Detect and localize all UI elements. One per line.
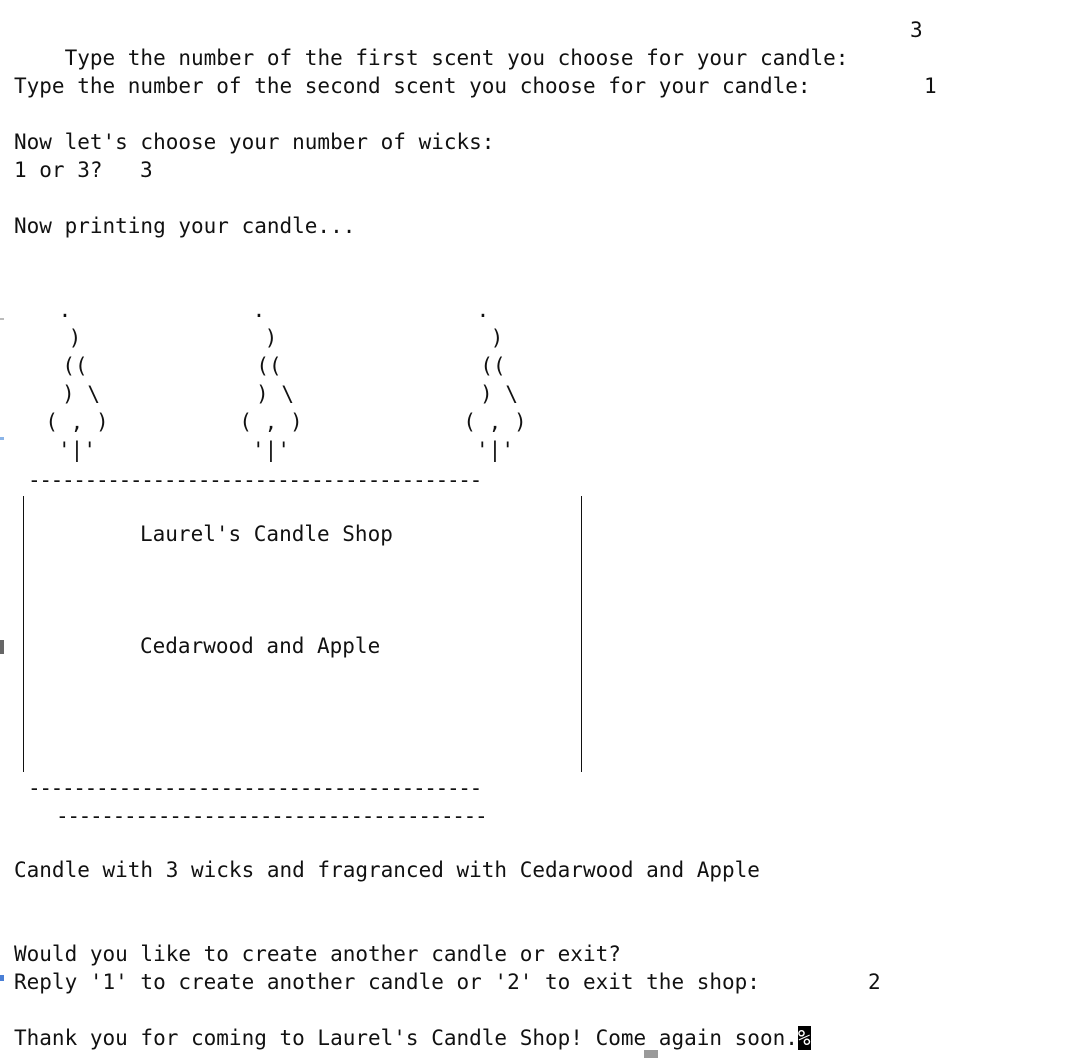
flame-line-2: (( [480, 354, 506, 378]
background-window-edge [0, 640, 4, 654]
flame-line-5: '|' [58, 438, 96, 462]
flame-line-2: (( [62, 354, 88, 378]
flame-dot: . [58, 298, 72, 322]
second-scent-prompt: Type the number of the second scent you … [14, 74, 811, 98]
second-scent-value: 1 [924, 74, 937, 98]
again-value: 2 [868, 970, 881, 994]
printing-status: Now printing your candle... [14, 214, 356, 238]
flame-line-2: (( [256, 354, 282, 378]
first-scent-value: 3 [910, 18, 923, 42]
first-scent-prompt: Type the number of the first scent you c… [64, 46, 849, 70]
wick-header: Now let's choose your number of wicks: [14, 130, 495, 154]
flame-line-1: ) [490, 326, 504, 350]
background-window-edge [0, 975, 4, 981]
scroll-indicator [644, 1050, 658, 1058]
flame-line-4: ( , ) [45, 410, 109, 434]
flame-dot: . [476, 298, 490, 322]
wick-prompt: 1 or 3? [14, 158, 103, 182]
wick-value: 3 [140, 158, 153, 182]
goodbye-text: Thank you for coming to Laurel's Candle … [14, 1026, 798, 1050]
flame-line-5: '|' [252, 438, 290, 462]
background-window-edge [0, 318, 4, 320]
flame-dot: . [252, 298, 266, 322]
candle-summary: Candle with 3 wicks and fragranced with … [14, 858, 760, 882]
again-question: Would you like to create another candle … [14, 942, 621, 966]
flame-line-4: ( , ) [239, 410, 303, 434]
flame-line-5: '|' [476, 438, 514, 462]
candle-shop-label: Laurel's Candle Shop [140, 522, 393, 546]
flame-line-3: ) \ [480, 382, 518, 406]
first-scent-line: Type the number of the first scent you c… [14, 16, 849, 70]
flame-line-4: ( , ) [463, 410, 527, 434]
goodbye-line: Thank you for coming to Laurel's Candle … [14, 1024, 811, 1052]
flame-line-1: ) [68, 326, 82, 350]
candle-right-border [581, 496, 582, 772]
flame-line-1: ) [264, 326, 278, 350]
background-window-edge [0, 437, 4, 440]
terminal-window[interactable]: Type the number of the first scent you c… [0, 0, 1068, 1058]
candle-scent-label: Cedarwood and Apple [140, 634, 381, 658]
again-prompt: Reply '1' to create another candle or '2… [14, 970, 760, 994]
candle-left-border [23, 496, 24, 772]
terminal-cursor: % [797, 1026, 811, 1050]
flame-line-3: ) \ [256, 382, 294, 406]
candle-top-border: ---------------------------------------- [28, 470, 482, 490]
flame-line-3: ) \ [62, 382, 100, 406]
candle-base: -------------------------------------- [56, 806, 488, 826]
candle-bottom-border: ---------------------------------------- [28, 778, 482, 798]
